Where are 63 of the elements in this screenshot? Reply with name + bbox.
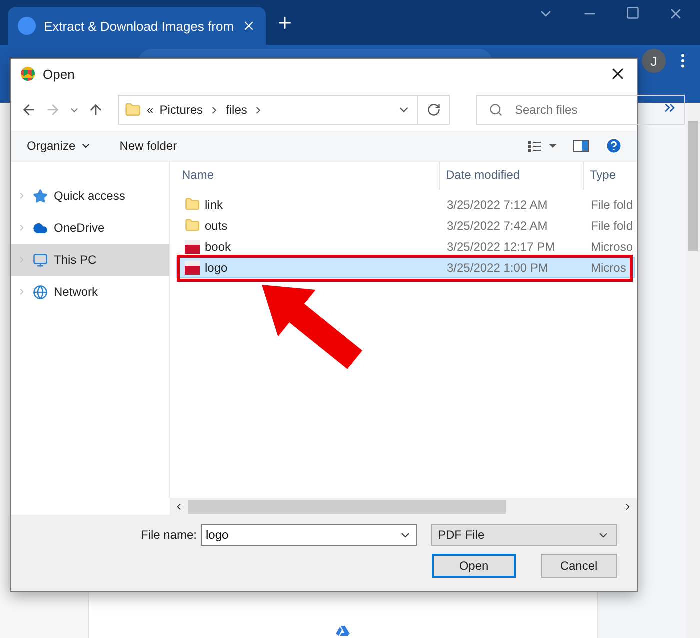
cancel-button[interactable]: Cancel xyxy=(541,554,617,578)
path-segment[interactable]: files xyxy=(226,103,248,117)
view-options-icon[interactable] xyxy=(527,140,557,152)
nav-item[interactable]: This PC xyxy=(11,244,169,276)
search-field[interactable]: Search files xyxy=(476,95,685,125)
file-row[interactable]: outs 3/25/2022 7:42 AM File fold xyxy=(176,215,635,236)
type-cell-text: Micros xyxy=(590,260,628,274)
up-icon[interactable] xyxy=(88,102,104,118)
file-name-label: File name: xyxy=(140,528,197,542)
organize-button[interactable]: Organize xyxy=(19,135,100,157)
browser-tab[interactable]: Extract & Download Images from xyxy=(8,7,266,45)
date-cell-text: 3/25/2022 1:00 PM xyxy=(446,260,550,274)
site-icon xyxy=(18,17,36,35)
preview-pane-icon[interactable] xyxy=(573,140,589,152)
maximize-icon[interactable] xyxy=(626,6,640,20)
refresh-icon[interactable] xyxy=(426,103,440,117)
open-button[interactable]: Open xyxy=(432,554,516,578)
profile-avatar[interactable]: J xyxy=(642,49,666,73)
file-row[interactable]: link 3/25/2022 7:12 AM File fold xyxy=(176,194,635,215)
scrollbar-thumb[interactable] xyxy=(188,500,506,514)
dialog-title: Open xyxy=(43,66,76,82)
cloud-icon xyxy=(33,220,48,236)
folder-icon xyxy=(185,218,200,233)
file-type-select[interactable]: PDF File xyxy=(431,524,617,546)
pdf-icon xyxy=(185,260,200,274)
file-name: outs xyxy=(205,218,228,232)
computer-icon xyxy=(33,252,48,268)
column-header[interactable]: Type xyxy=(584,162,637,190)
file-row[interactable]: logo 3/25/2022 1:00 PM Micros xyxy=(176,257,635,278)
folder-icon xyxy=(125,102,141,118)
refresh-button[interactable] xyxy=(418,95,450,125)
file-name: link xyxy=(205,198,224,212)
path-segment[interactable]: « xyxy=(147,103,154,117)
date-cell-text: 3/25/2022 7:12 AM xyxy=(446,198,549,212)
drive-logo-icon xyxy=(336,626,350,636)
path-segment[interactable]: Pictures xyxy=(160,103,204,117)
nav-item[interactable]: OneDrive xyxy=(11,212,169,244)
type-cell-text: File fold xyxy=(590,218,634,232)
file-type-value: PDF File xyxy=(438,528,485,542)
file-row[interactable]: book 3/25/2022 12:17 PM Microso xyxy=(176,236,635,257)
nav-item[interactable]: Network xyxy=(11,276,169,308)
folder-icon xyxy=(185,197,200,212)
pdf-icon xyxy=(185,240,200,254)
search-input[interactable]: Search files xyxy=(513,102,672,118)
file-name: logo xyxy=(205,260,228,274)
type-cell-text: Microso xyxy=(590,240,634,254)
date-cell-text: 3/25/2022 7:42 AM xyxy=(446,218,549,232)
new-folder-button[interactable]: New folder xyxy=(112,135,186,157)
file-name-field[interactable]: logo xyxy=(201,524,417,546)
column-header[interactable]: Date modified xyxy=(440,162,584,190)
nav-item[interactable]: Quick access xyxy=(11,180,169,212)
network-icon xyxy=(33,284,48,300)
date-cell-text: 3/25/2022 12:17 PM xyxy=(446,240,556,254)
column-header[interactable]: Name xyxy=(176,162,440,190)
help-icon[interactable] xyxy=(605,137,623,155)
scrollbar-thumb[interactable] xyxy=(688,121,698,251)
app-icon xyxy=(21,67,35,81)
star-icon xyxy=(33,188,48,204)
address-field[interactable]: « Pictures files xyxy=(118,95,418,125)
search-icon xyxy=(489,103,503,117)
type-cell-text: File fold xyxy=(590,198,634,212)
file-name: book xyxy=(205,240,232,254)
back-icon[interactable] xyxy=(21,102,37,118)
